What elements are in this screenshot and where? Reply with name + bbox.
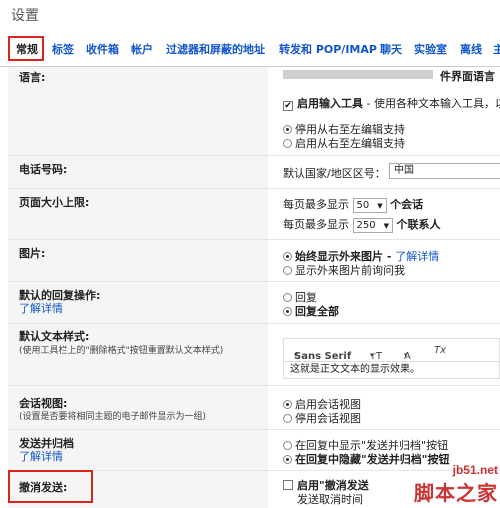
row-divider	[8, 281, 500, 282]
language-blurred-text	[283, 70, 433, 79]
top-bar	[0, 0, 500, 36]
rtl-on-option[interactable]: 启用从右至左编辑支持	[283, 135, 405, 151]
phone-default-code-label: 默认国家/地区区号：	[283, 167, 386, 180]
tab-labels[interactable]: 标签	[52, 41, 74, 57]
language-display-text: 件界面语言	[440, 70, 495, 83]
conversations-select[interactable]: 50 ▼	[352, 197, 387, 213]
tab-filters[interactable]: 过滤器和屏蔽的地址	[166, 41, 265, 57]
undo-send-label: 撤消发送:	[19, 481, 68, 494]
tab-accounts[interactable]: 帐户	[131, 41, 153, 57]
row-divider	[8, 155, 500, 156]
text-style-sub: (使用工具栏上的"删除格式"按钮重置默认文本样式)	[19, 346, 224, 356]
tab-themes[interactable]: 主	[493, 41, 500, 57]
row-divider	[8, 239, 500, 240]
settings-tabs: 常规 标签 收件箱 帐户 过滤器和屏蔽的地址 转发和 POP/IMAP 聊天 实…	[0, 36, 500, 61]
input-tools-option[interactable]: ✔ 启用输入工具 - 使用各种文本输入工具，以	[283, 95, 500, 111]
settings-content: 语言: 件界面语言 ✔ 启用输入工具 - 使用各种文本输入工具，以 停用从右至左编…	[0, 67, 500, 508]
page-size-label: 页面大小上限:	[19, 196, 90, 209]
format-toolbar: Sans Serif ▾ ᴛT ▾ A ▾ Tx	[283, 338, 500, 362]
send-archive-hide-radio[interactable]	[283, 455, 292, 464]
conversations-per-page: 每页最多显示 50 ▼ 个会话	[283, 197, 424, 213]
input-tools-checkbox[interactable]: ✔	[283, 101, 293, 111]
tab-forwarding[interactable]: 转发和 POP/IMAP	[279, 41, 377, 57]
contacts-select[interactable]: 250 ▼	[352, 217, 393, 233]
watermark-name: 脚本之家	[414, 481, 498, 505]
send-archive-learn-more-link[interactable]: 了解详情	[19, 448, 63, 464]
text-style-preview: 这就是正文文本的显示效果。	[283, 361, 500, 379]
tab-labs[interactable]: 实验室	[414, 41, 447, 57]
phone-label: 电话号码:	[19, 163, 68, 176]
reply-all-option[interactable]: 回复全部	[283, 303, 339, 319]
conversation-off-radio[interactable]	[283, 414, 292, 423]
row-divider	[8, 188, 500, 189]
conversation-on-radio[interactable]	[283, 400, 292, 409]
clear-format-icon[interactable]: Tx	[434, 345, 446, 356]
tab-chat[interactable]: 聊天	[380, 41, 402, 57]
watermark-site: jb51.net	[452, 463, 498, 477]
conversation-view-sub: (设置是否要将相同主题的电子邮件显示为一组)	[19, 412, 207, 422]
undo-send-cancel-time: 发送取消时间	[297, 493, 363, 506]
images-always-radio[interactable]	[283, 252, 292, 261]
text-style-label: 默认文本样式:	[19, 330, 90, 343]
tab-general[interactable]: 常规	[16, 41, 38, 57]
row-divider	[8, 323, 500, 324]
rtl-on-radio[interactable]	[283, 139, 292, 148]
images-ask-option[interactable]: 显示外来图片前询问我	[283, 262, 405, 278]
images-label: 图片:	[19, 247, 46, 260]
page-title: 设置	[11, 8, 39, 24]
send-archive-show-radio[interactable]	[283, 441, 292, 450]
phone-code-input[interactable]: 中国	[389, 163, 500, 179]
conversation-off-option[interactable]: 停用会话视图	[283, 410, 361, 426]
reply-all-radio[interactable]	[283, 307, 292, 316]
reply-learn-more-link[interactable]: 了解详情	[19, 300, 63, 316]
language-label: 语言:	[19, 71, 46, 84]
reply-radio[interactable]	[283, 293, 292, 302]
tab-inbox[interactable]: 收件箱	[86, 41, 119, 57]
contacts-per-page: 每页最多显示 250 ▼ 个联系人	[283, 217, 441, 233]
tab-offline[interactable]: 离线	[460, 41, 482, 57]
row-divider	[8, 385, 500, 386]
images-ask-radio[interactable]	[283, 266, 292, 275]
undo-send-checkbox[interactable]	[283, 480, 293, 490]
rtl-off-radio[interactable]	[283, 125, 292, 134]
row-divider	[8, 429, 500, 430]
watermark: jb51.net 脚本之家	[414, 463, 498, 506]
